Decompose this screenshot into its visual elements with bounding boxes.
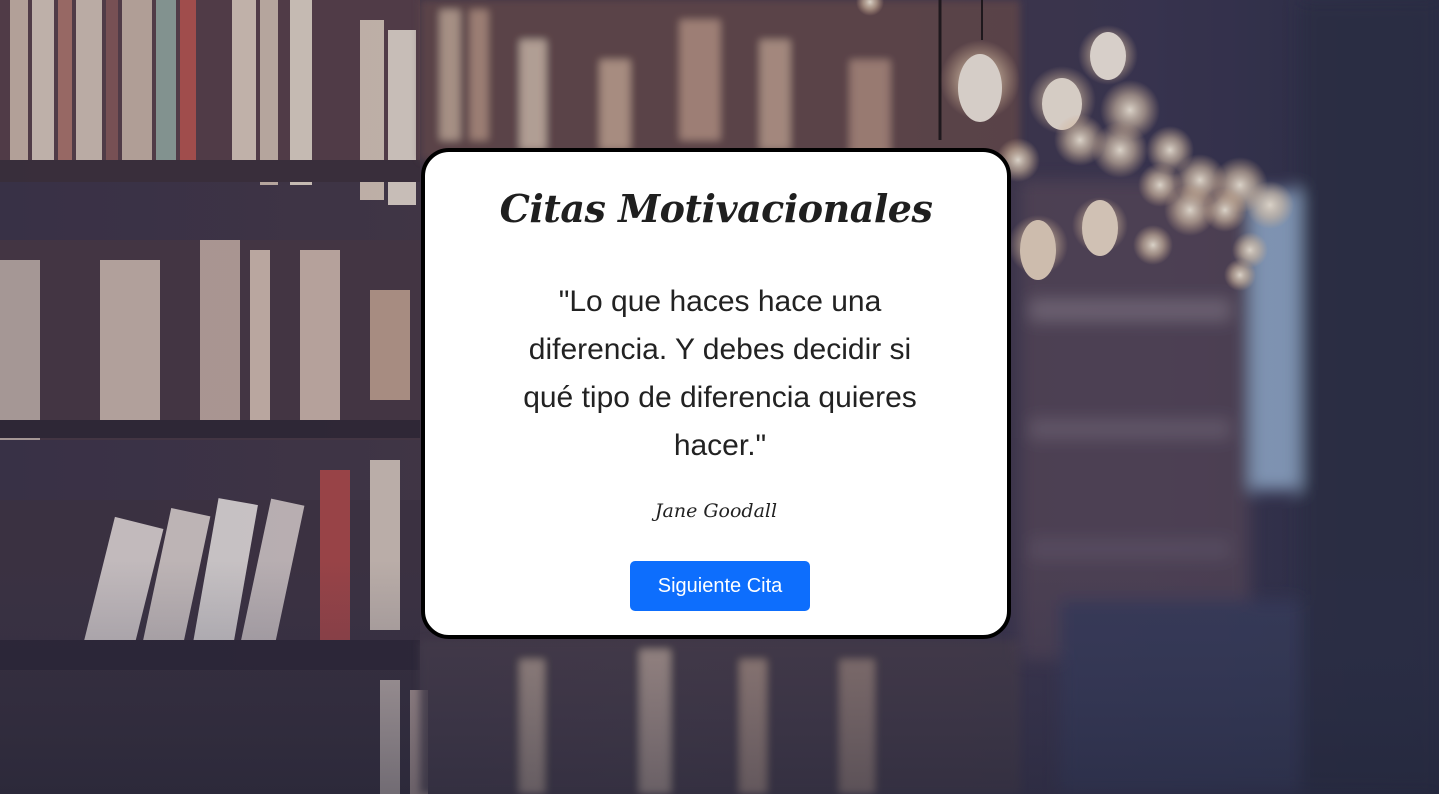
quote-author: Jane Goodall xyxy=(654,500,778,522)
page-title: Citas Motivacionales xyxy=(499,186,933,231)
next-quote-button[interactable]: Siguiente Cita xyxy=(630,561,810,611)
quote-card: Citas Motivacionales "Lo que haces hace … xyxy=(421,148,1011,639)
quote-text: "Lo que haces hace una diferencia. Y deb… xyxy=(523,285,917,462)
